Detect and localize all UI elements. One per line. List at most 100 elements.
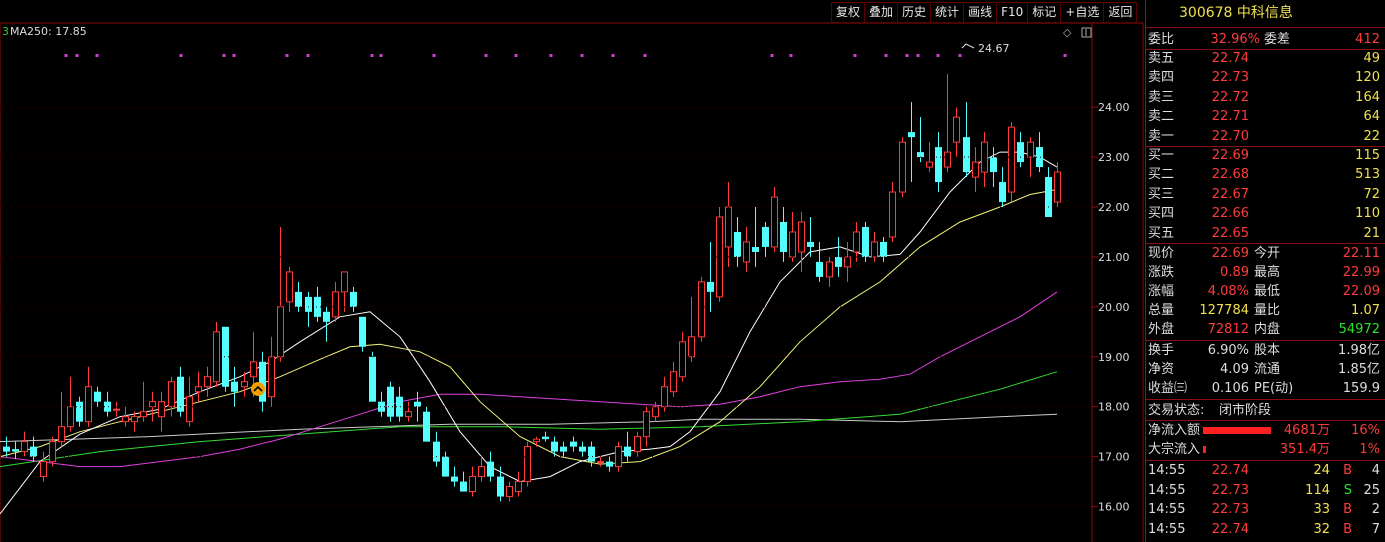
candle	[433, 431, 440, 467]
candle-body	[30, 446, 37, 457]
add-watchlist-button[interactable]: +自选	[1060, 2, 1104, 23]
candle-body	[826, 261, 833, 278]
signal-dot	[64, 54, 68, 57]
ask-volume: 164	[1355, 89, 1380, 105]
inner-label: 内盘	[1254, 322, 1281, 337]
peak-annotation: 24.67	[961, 42, 1010, 55]
candle-body	[58, 426, 65, 443]
candle	[414, 391, 421, 422]
candle-body	[634, 436, 641, 453]
buy-signal-icon[interactable]	[251, 382, 265, 396]
ask-row[interactable]: 卖五 22.74 49	[1146, 49, 1382, 68]
candle-body	[369, 356, 376, 402]
mark-button[interactable]: 标记	[1027, 2, 1061, 23]
candle	[113, 401, 120, 417]
candle-body	[944, 151, 951, 168]
candle-body	[314, 296, 321, 317]
high-price: 22.99	[1342, 265, 1380, 280]
bid-label: 买三	[1148, 186, 1175, 202]
candle	[58, 391, 65, 447]
signal-dot	[179, 54, 183, 57]
signal-dot	[549, 54, 553, 57]
f10-button[interactable]: F10	[996, 2, 1028, 23]
draw-line-button[interactable]: 画线	[963, 2, 997, 23]
candle-body	[771, 196, 778, 248]
tick-count: 4	[1371, 463, 1380, 478]
restore-rights-button[interactable]: 复权	[831, 2, 865, 23]
candle-body	[222, 326, 229, 387]
history-button[interactable]: 历史	[897, 2, 931, 23]
open-label: 今开	[1254, 246, 1281, 261]
peak-label: 24.67	[978, 42, 1010, 55]
outer-value: 72812	[1207, 322, 1249, 337]
candle-body	[250, 361, 257, 378]
candle	[469, 466, 476, 497]
overlay-button[interactable]: 叠加	[864, 2, 898, 23]
ask-row[interactable]: 卖二 22.71 64	[1146, 107, 1382, 126]
diamond-icon[interactable]: ◇	[1063, 26, 1072, 39]
tick-side: B	[1343, 502, 1352, 517]
candle	[305, 291, 312, 327]
candle-body	[451, 476, 458, 482]
tick-row: 14:55 22.73 33 B 2	[1146, 500, 1382, 519]
candle	[624, 431, 631, 462]
tick-side: B	[1343, 521, 1352, 537]
candle-body	[396, 396, 403, 417]
candle-body	[844, 256, 851, 268]
ask-row[interactable]: 卖一 22.70 22	[1146, 127, 1382, 146]
bid-row[interactable]: 买四 22.66 110	[1146, 204, 1382, 223]
candle	[21, 431, 28, 457]
kline-chart[interactable]: 24.00 23.00 22.00 21.00 20.00 19.00 18.00 17.00…	[0, 0, 1145, 542]
bid-row[interactable]: 买一 22.69 115	[1146, 146, 1382, 165]
volume-ratio: 1.07	[1351, 303, 1380, 318]
stock-code: 300678	[1179, 5, 1233, 21]
candle-body	[131, 416, 138, 423]
candle-body	[588, 446, 595, 462]
candle-body	[899, 141, 906, 193]
tick-row: 14:55 22.74 24 B 4	[1146, 461, 1382, 480]
candle	[497, 466, 504, 502]
candle	[670, 361, 677, 397]
weibi-label: 委比	[1148, 32, 1175, 47]
candle	[981, 132, 988, 188]
tick-volume: 33	[1313, 502, 1330, 517]
bid-row[interactable]: 买三 22.67 72	[1146, 185, 1382, 204]
stock-title: 300678 中科信息	[1179, 4, 1385, 23]
ask-row[interactable]: 卖三 22.72 164	[1146, 88, 1382, 107]
ask-volume: 49	[1363, 51, 1380, 66]
pe-label: PE(动)	[1254, 381, 1294, 396]
candle	[85, 366, 92, 427]
candle-body	[725, 206, 732, 248]
bid-row[interactable]: 买二 22.68 513	[1146, 165, 1382, 184]
candle-body	[524, 446, 531, 483]
signal-dot	[643, 54, 647, 57]
bid-row[interactable]: 买五 22.65 21	[1146, 224, 1382, 243]
price-tick-label: 20.00	[1098, 301, 1130, 314]
candle-body	[953, 116, 960, 143]
candle	[597, 456, 604, 467]
net-asset-value: 4.09	[1220, 362, 1249, 377]
statistics-button[interactable]: 统计	[930, 2, 964, 23]
candle	[314, 286, 321, 322]
candle-body	[1027, 141, 1034, 158]
candle-body	[643, 411, 650, 438]
candle-body	[433, 441, 440, 462]
candle-body	[442, 456, 449, 477]
high-label: 最高	[1254, 265, 1281, 280]
tick-price: 22.74	[1211, 521, 1249, 537]
candle	[579, 441, 586, 457]
ask-price: 22.74	[1211, 51, 1249, 66]
candle	[560, 441, 567, 457]
candle	[387, 381, 394, 422]
candle	[889, 182, 896, 242]
candle-body	[606, 461, 613, 467]
candle-body	[798, 221, 805, 253]
bid-volume: 21	[1363, 225, 1380, 241]
candle-body	[990, 157, 997, 173]
signal-dot	[789, 54, 793, 57]
candle-body	[113, 408, 120, 411]
candle-body	[49, 441, 56, 463]
back-button[interactable]: 返回	[1103, 2, 1138, 23]
candle-body	[1017, 142, 1024, 163]
ask-row[interactable]: 卖四 22.73 120	[1146, 68, 1382, 87]
